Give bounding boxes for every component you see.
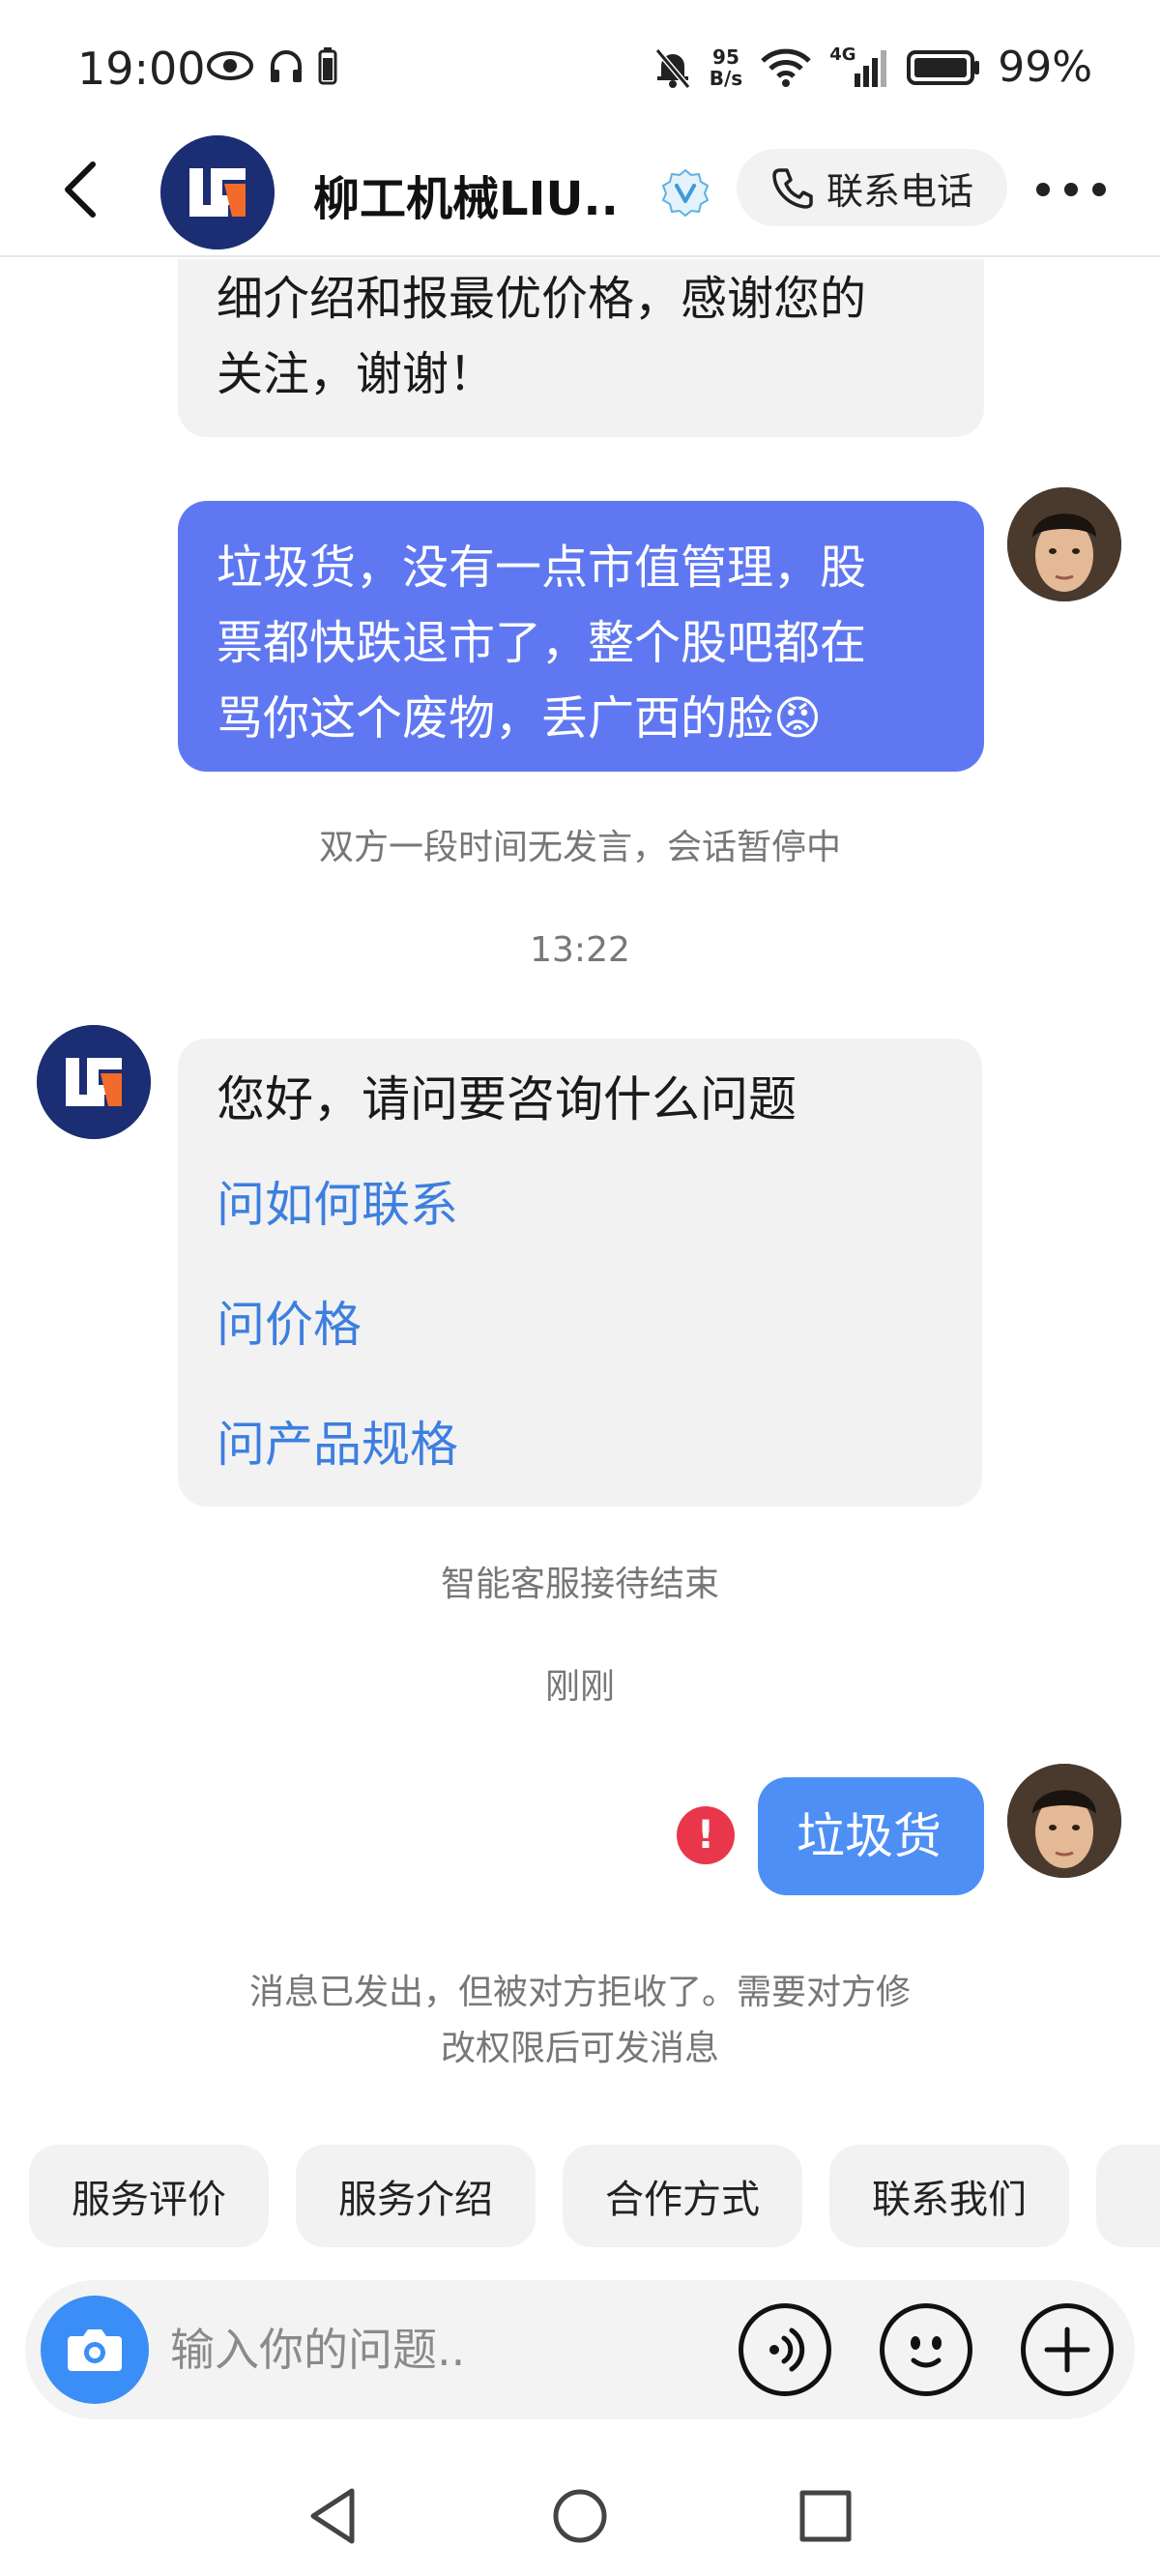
more-dot-icon [1036,183,1050,196]
send-failed-icon[interactable]: ! [677,1806,735,1864]
cellular-signal-icon: 4G [829,44,889,89]
chip-cooperation[interactable]: 合作方式 [563,2145,802,2247]
battery-percent: 99% [998,43,1092,92]
timestamp: 13:22 [530,930,630,970]
chevron-left-icon [65,161,96,218]
more-dot-icon [1064,183,1078,196]
status-left-icons [205,46,338,85]
notice-line: 消息已发出，但被对方拒收了。需要对方修 [248,1973,911,2012]
chat-area[interactable]: 细介绍和报最优价格，感谢您的 关注，谢谢！ 垃圾货，没有一点市值管理，股 票都快… [0,259,1160,2135]
square-recents-icon [799,2490,852,2542]
quick-reply-bar[interactable]: 服务评价 服务介绍 合作方式 联系我们 预 [0,2145,1160,2251]
voice-button[interactable] [739,2303,831,2396]
bot-ended-notice: 智能客服接待结束 [440,1565,719,1604]
contact-phone-label: 联系电话 [826,169,973,213]
timestamp: 刚刚 [544,1667,615,1707]
nav-back-button[interactable] [296,2477,373,2555]
network-speed: 95 B/s [710,46,742,89]
message-text: 垃圾货 [797,1808,942,1864]
network-speed-unit: B/s [709,66,743,90]
camera-icon [68,2329,122,2371]
liugong-logo-icon [37,1025,151,1139]
quick-link-contact[interactable]: 问如何联系 [217,1176,943,1234]
bot-message: 您好，请问要咨询什么问题 问如何联系 问价格 问产品规格 [178,1039,982,1507]
notice-line: 改权限后可发消息 [440,2029,719,2068]
circle-home-icon [553,2489,607,2543]
user-photo-icon [1007,1764,1121,1878]
input-bar [25,2280,1135,2419]
chat-title: 柳工机械LIU... [313,172,623,226]
system-nav-bar [0,2456,1160,2576]
more-options-button[interactable] [1036,170,1106,209]
chip-service-rating[interactable]: 服务评价 [29,2145,269,2247]
bot-greeting: 您好，请问要咨询什么问题 [217,1071,797,1127]
status-bar: 19:00 95 B/s 4G 99% [0,0,1160,135]
quick-link-specs[interactable]: 问产品规格 [217,1416,943,1474]
status-time: 19:00 [77,43,206,95]
contact-phone-button[interactable]: 联系电话 [737,149,1007,226]
nav-recents-button[interactable] [787,2477,864,2555]
smiley-icon [911,2336,942,2368]
wifi-icon [761,48,811,87]
add-button[interactable] [1021,2303,1114,2396]
received-message: 细介绍和报最优价格，感谢您的 关注，谢谢！ [178,259,984,437]
eye-icon [207,51,253,80]
battery-icon [907,49,980,85]
chat-header: 柳工机械LIU... 联系电话 [0,126,1160,257]
angry-face-emoji: 😡 [773,691,823,746]
session-paused-notice: 双方一段时间无发言，会话暂停中 [318,828,841,867]
question-input[interactable] [170,2315,711,2385]
message-text: 垃圾货，没有一点市值管理，股 [217,541,867,595]
more-dot-icon [1092,183,1106,196]
liugong-logo-icon [160,135,275,249]
user-avatar[interactable] [1007,487,1121,601]
back-button[interactable] [54,159,108,220]
message-text: 骂你这个废物，丢广西的脸 [217,691,774,746]
message-text: 票都快跌退市了，整个股吧都在 [217,616,867,670]
status-right-icons: 95 B/s 4G 99% [653,43,1092,92]
chip-contact-us[interactable]: 联系我们 [829,2145,1069,2247]
network-speed-value: 95 [712,44,740,69]
user-photo-icon [1007,487,1121,601]
voice-icon [769,2327,805,2372]
brand-avatar[interactable] [160,135,275,249]
message-rejected-notice: 消息已发出，但被对方拒收了。需要对方修 改权限后可发消息 [0,1965,1160,2077]
verified-badge-icon [661,168,710,217]
sent-message: 垃圾货，没有一点市值管理，股 票都快跌退市了，整个股吧都在 骂你这个废物，丢广西… [178,501,984,772]
camera-button[interactable] [41,2296,149,2404]
message-text: 关注，谢谢！ [217,347,496,401]
plus-icon [1044,2327,1090,2373]
sent-message: 垃圾货 [758,1777,984,1895]
emoji-button[interactable] [880,2303,972,2396]
brand-avatar[interactable] [37,1025,151,1139]
user-avatar[interactable] [1007,1764,1121,1878]
message-text: 细介绍和报最优价格，感谢您的 [217,272,867,326]
battery-small-icon [318,47,337,85]
bell-muted-icon [654,47,691,89]
chip-truncated[interactable]: 预 [1096,2145,1160,2247]
triangle-back-icon [310,2488,355,2544]
headphones-icon [271,50,302,82]
phone-icon [772,168,813,209]
nav-home-button[interactable] [541,2477,619,2555]
chip-service-intro[interactable]: 服务介绍 [296,2145,536,2247]
quick-link-price[interactable]: 问价格 [217,1296,943,1354]
